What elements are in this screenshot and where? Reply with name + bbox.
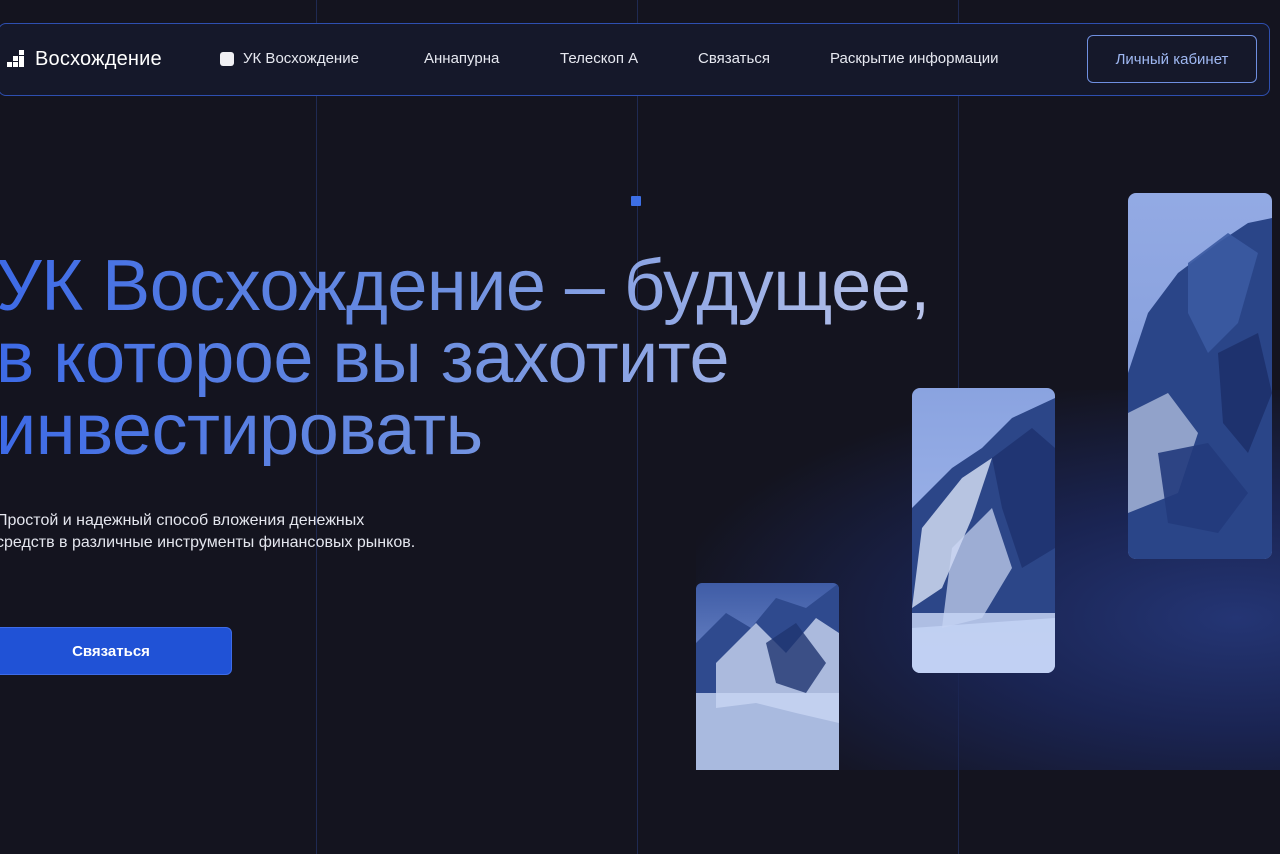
subtext-line-2: средств в различные инструменты финансов… xyxy=(0,534,416,551)
nav-item-contact[interactable]: Связаться xyxy=(698,50,770,67)
ascending-steps-logo-icon xyxy=(7,49,31,70)
subtext-line-1: Простой и надежный способ вложения денеж… xyxy=(0,512,365,529)
mountain-image-medium xyxy=(912,388,1055,673)
nav-item-label: Телескоп А xyxy=(560,50,639,67)
headline-line-1: УК Восхождение – будущее, xyxy=(0,246,930,326)
brand-name: Восхождение xyxy=(35,48,162,70)
mountain-image-tall xyxy=(1128,193,1272,559)
hero-subtext: Простой и надежный способ вложения денеж… xyxy=(0,510,496,554)
nav-item-annapurna[interactable]: Аннапурна xyxy=(424,50,499,67)
nav-item-disclosure[interactable]: Раскрытие информации xyxy=(830,50,999,67)
nav-item-uk[interactable]: УК Восхождение xyxy=(220,50,359,67)
mountain-image-small xyxy=(696,583,839,770)
nav-item-label: Аннапурна xyxy=(424,50,500,67)
contact-cta-button[interactable]: Связаться xyxy=(0,627,232,675)
headline-line-2: в которое вы захотите xyxy=(0,318,729,398)
nav-item-label: УК Восхождение xyxy=(243,50,359,67)
brand-logo[interactable]: Восхождение xyxy=(7,48,162,71)
nav-item-telescope[interactable]: Телескоп А xyxy=(560,50,638,67)
personal-account-button[interactable]: Личный кабинет xyxy=(1087,35,1257,83)
square-chip-icon xyxy=(220,51,234,66)
nav-item-label: Связаться xyxy=(698,50,770,67)
accent-square-marker xyxy=(631,196,641,206)
nav-item-label: Раскрытие информации xyxy=(830,50,999,67)
top-navigation-bar: Восхождение УК Восхождение Аннапурна Тел… xyxy=(0,23,1270,96)
